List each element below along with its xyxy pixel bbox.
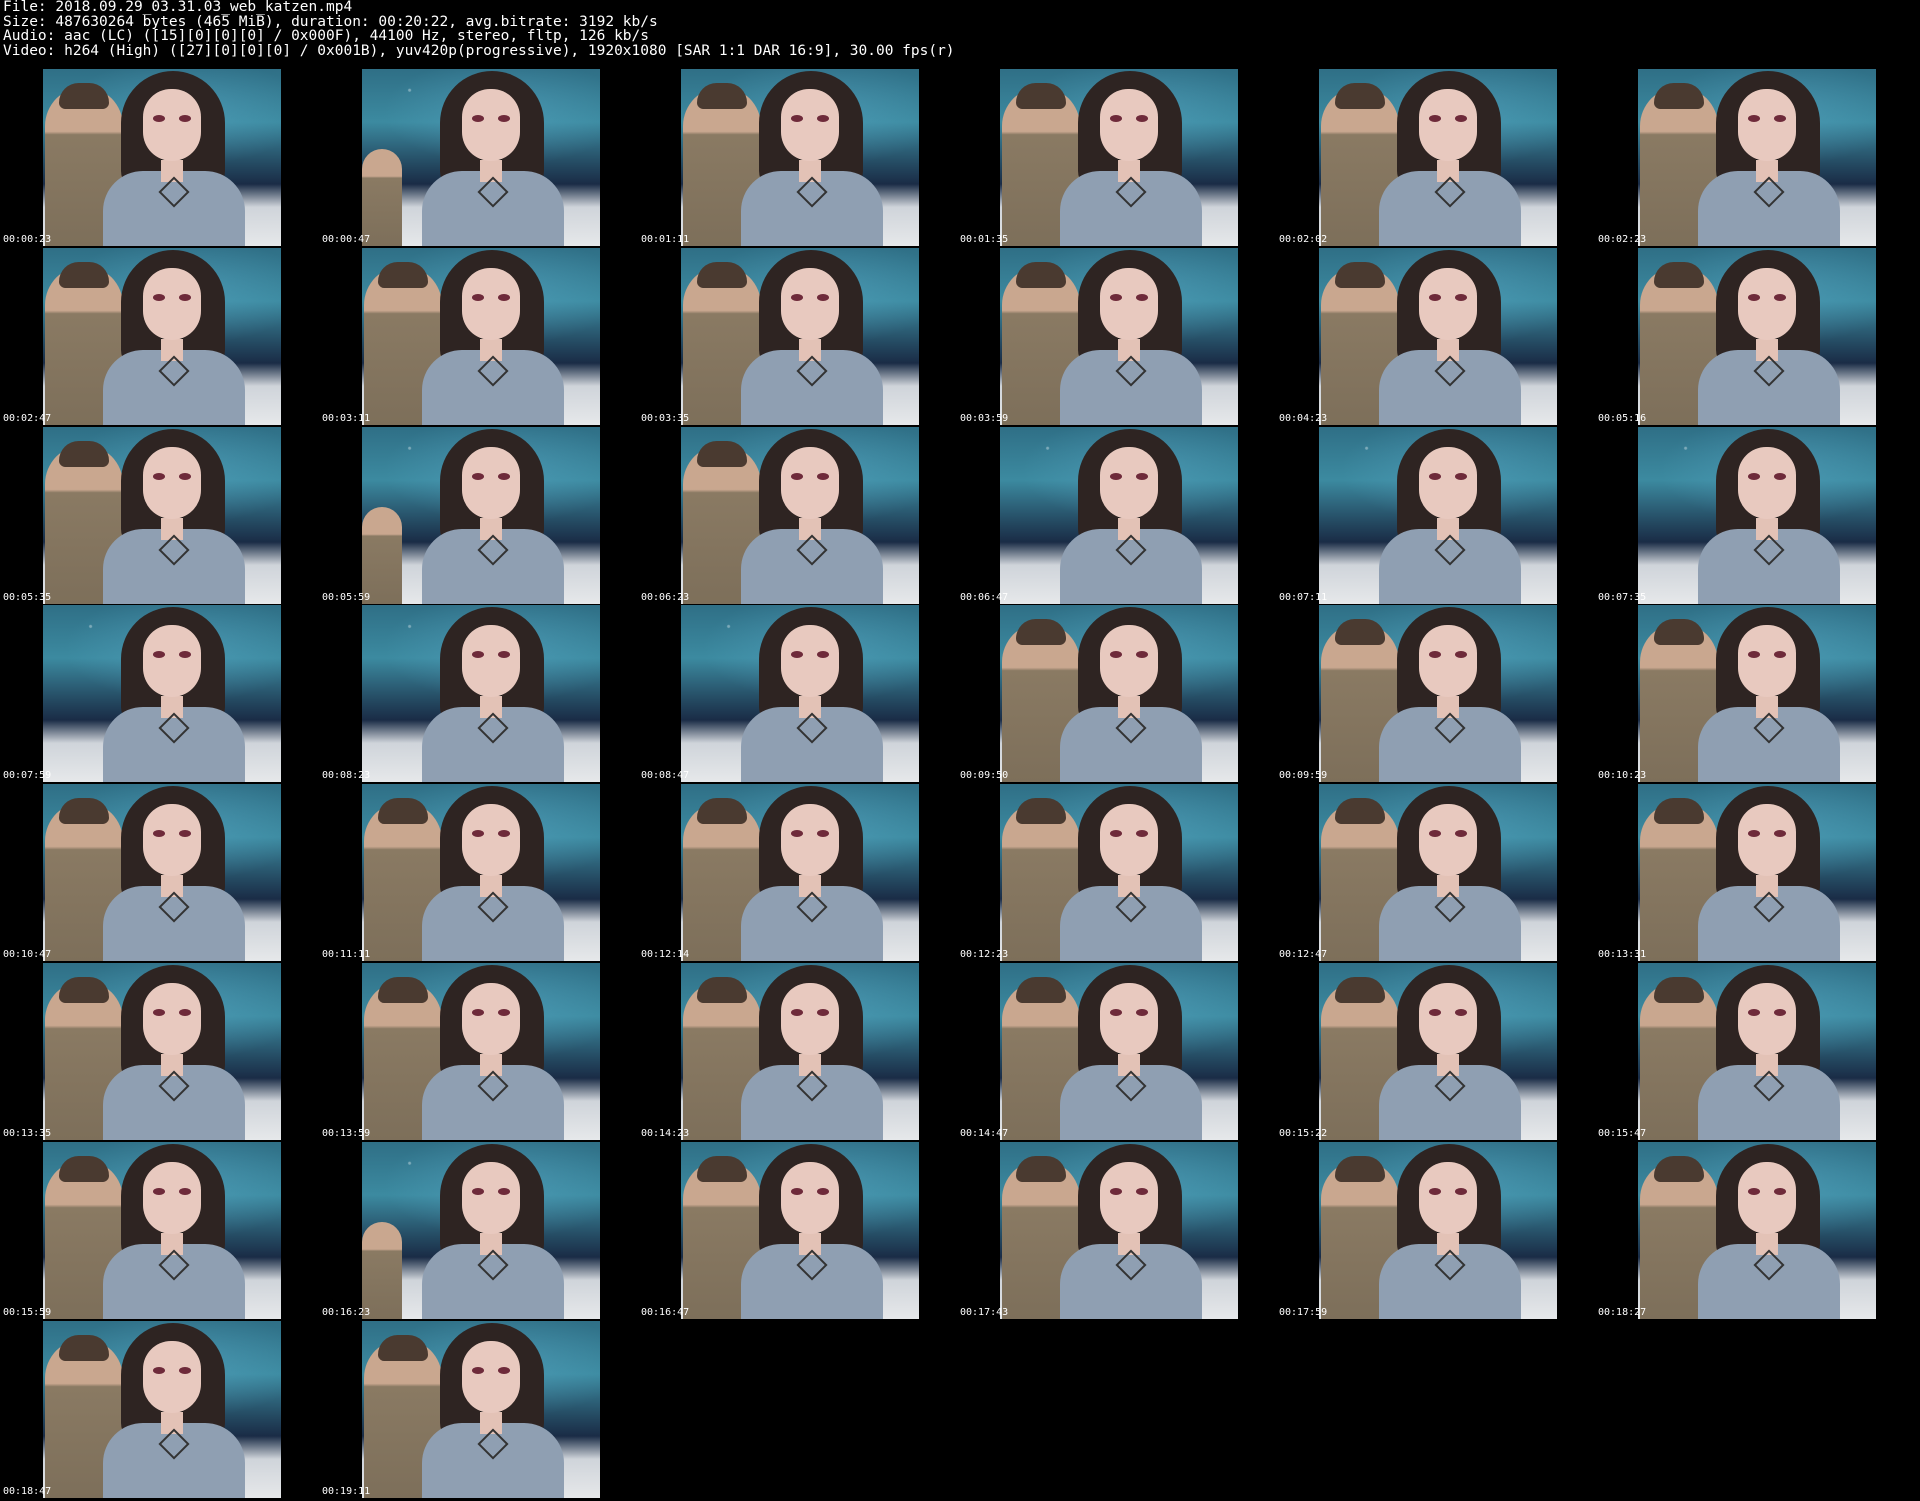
video-thumbnail <box>681 1141 919 1319</box>
video-thumbnail <box>1638 426 1876 604</box>
thumbnail-timestamp: 00:08:47 <box>641 770 690 782</box>
video-thumbnail <box>43 963 281 1140</box>
video-thumbnail <box>681 605 919 783</box>
thumbnail-timestamp: 00:12:23 <box>960 949 1009 961</box>
video-thumbnail <box>681 426 919 604</box>
video-thumbnail <box>1638 963 1876 1140</box>
thumbnail-timestamp: 00:05:59 <box>322 591 371 603</box>
video-thumbnail <box>1319 605 1557 783</box>
thumbnail-timestamp: 00:12:47 <box>1279 949 1328 961</box>
thumbnail-timestamp: 00:12:14 <box>641 949 690 961</box>
thumbnail-timestamp: 00:18:27 <box>1598 1306 1647 1318</box>
thumbnail-timestamp: 00:01:11 <box>641 234 690 245</box>
video-thumbnail <box>43 1141 281 1319</box>
thumbnail-timestamp: 00:17:43 <box>960 1306 1009 1318</box>
video-thumbnail <box>362 69 600 246</box>
video-thumbnail <box>681 784 919 962</box>
thumbnail-timestamp: 00:15:47 <box>1598 1128 1647 1139</box>
video-thumbnail <box>362 1320 600 1498</box>
video-thumbnail <box>1319 69 1557 246</box>
video-thumbnail <box>43 784 281 962</box>
thumbnail-timestamp: 00:13:35 <box>3 1128 52 1139</box>
video-thumbnail <box>1319 963 1557 1140</box>
video-thumbnail <box>362 963 600 1140</box>
thumbnail-timestamp: 00:14:47 <box>960 1128 1009 1139</box>
video-thumbnail <box>681 247 919 425</box>
thumbnail-timestamp: 00:13:31 <box>1598 949 1647 961</box>
thumbnail-timestamp: 00:09:59 <box>1279 770 1328 782</box>
thumbnail-timestamp: 00:13:59 <box>322 1128 371 1139</box>
thumbnail-timestamp: 00:16:23 <box>322 1306 371 1318</box>
thumbnail-timestamp: 00:03:11 <box>322 412 371 424</box>
video-thumbnail <box>362 784 600 962</box>
video-thumbnail <box>362 426 600 604</box>
thumbnail-timestamp: 00:07:11 <box>1279 591 1328 603</box>
thumbnail-grid: 00:00:23 00:00:47 00:01:11 00:01:35 00:02:02… <box>0 0 1920 1501</box>
video-thumbnail <box>1319 247 1557 425</box>
video-thumbnail <box>1319 426 1557 604</box>
thumbnail-timestamp: 00:10:23 <box>1598 770 1647 782</box>
thumbnail-timestamp: 00:08:23 <box>322 770 371 782</box>
thumbnail-timestamp: 00:02:47 <box>3 412 52 424</box>
thumbnail-timestamp: 00:07:59 <box>3 770 52 782</box>
video-thumbnail <box>1638 784 1876 962</box>
thumbnail-timestamp: 00:06:47 <box>960 591 1009 603</box>
thumbnail-timestamp: 00:19:11 <box>322 1485 371 1497</box>
video-thumbnail <box>43 605 281 783</box>
video-thumbnail <box>43 1320 281 1498</box>
thumbnail-timestamp: 00:02:23 <box>1598 234 1647 245</box>
thumbnail-timestamp: 00:04:23 <box>1279 412 1328 424</box>
video-thumbnail <box>43 426 281 604</box>
thumbnail-timestamp: 00:18:47 <box>3 1485 52 1497</box>
video-thumbnail <box>362 247 600 425</box>
video-thumbnail <box>681 69 919 246</box>
video-thumbnail <box>1319 784 1557 962</box>
video-thumbnail <box>1000 605 1238 783</box>
video-thumbnail <box>681 963 919 1140</box>
thumbnail-timestamp: 00:00:23 <box>3 234 52 245</box>
thumbnail-timestamp: 00:03:59 <box>960 412 1009 424</box>
video-thumbnail <box>1319 1141 1557 1319</box>
video-thumbnail <box>1638 1141 1876 1319</box>
thumbnail-timestamp: 00:15:59 <box>3 1306 52 1318</box>
thumbnail-timestamp: 00:15:22 <box>1279 1128 1328 1139</box>
video-thumbnail <box>1000 69 1238 246</box>
thumbnail-timestamp: 00:03:35 <box>641 412 690 424</box>
thumbnail-timestamp: 00:09:50 <box>960 770 1009 782</box>
video-thumbnail <box>362 1141 600 1319</box>
thumbnail-timestamp: 00:02:02 <box>1279 234 1328 245</box>
video-thumbnail <box>1638 247 1876 425</box>
thumbnail-timestamp: 00:07:35 <box>1598 591 1647 603</box>
video-thumbnail <box>1000 963 1238 1140</box>
thumbnail-timestamp: 00:10:47 <box>3 949 52 961</box>
video-thumbnail <box>1000 784 1238 962</box>
thumbnail-timestamp: 00:16:47 <box>641 1306 690 1318</box>
video-thumbnail <box>1000 247 1238 425</box>
thumbnail-timestamp: 00:00:47 <box>322 234 371 245</box>
video-thumbnail <box>1638 605 1876 783</box>
thumbnail-timestamp: 00:11:11 <box>322 949 371 961</box>
thumbnail-timestamp: 00:05:35 <box>3 591 52 603</box>
video-thumbnail <box>1000 426 1238 604</box>
thumbnail-timestamp: 00:14:23 <box>641 1128 690 1139</box>
video-thumbnail <box>43 247 281 425</box>
thumbnail-timestamp: 00:17:59 <box>1279 1306 1328 1318</box>
video-thumbnail <box>362 605 600 783</box>
thumbnail-timestamp: 00:01:35 <box>960 234 1009 245</box>
video-thumbnail <box>43 69 281 246</box>
thumbnail-timestamp: 00:05:16 <box>1598 412 1647 424</box>
video-thumbnail <box>1000 1141 1238 1319</box>
thumbnail-timestamp: 00:06:23 <box>641 591 690 603</box>
video-thumbnail <box>1638 69 1876 246</box>
